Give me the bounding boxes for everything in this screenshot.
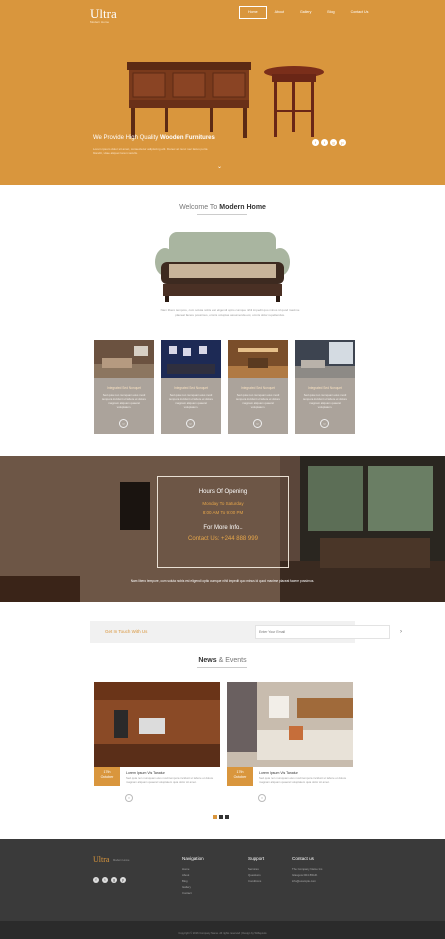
hero-section: Ultra Modern Home Home About Gallery Blo… (0, 0, 445, 185)
news-title[interactable]: Lorem Ipsum Vis Tanatur (259, 771, 298, 775)
news-cards: 17th October Lorem Ipsum Vis Tanatur Sed … (94, 682, 353, 806)
footer-social-links: f t g p (93, 877, 126, 883)
hours-box: Hours Of Opening Monday To Saturday 8:00… (157, 476, 289, 568)
nav-item-blog[interactable]: Blog (319, 6, 342, 19)
card-image (295, 340, 355, 378)
card-text: Sed quia non numquam eius modi tempora i… (102, 393, 147, 409)
card-image (228, 340, 288, 378)
news-card[interactable]: 17th October Lorem Ipsum Vis Tanatur Sed … (227, 682, 353, 806)
circle-icon[interactable]: ○ (258, 794, 266, 802)
circle-icon[interactable]: ○ (253, 419, 262, 428)
footer-logo-sub: Modern Home (113, 859, 130, 862)
facebook-icon[interactable]: f (312, 139, 319, 146)
news-image (94, 682, 220, 767)
feature-card[interactable]: Integrated Sed Nonquet Sed quia non numq… (161, 340, 221, 434)
subscribe-bar: Get In Touch With Us › (90, 621, 402, 643)
hero-title: We Provide High Quality Wooden Furniture… (93, 135, 215, 141)
circle-icon[interactable]: ○ (186, 419, 195, 428)
slider-dot[interactable] (225, 815, 229, 819)
footer-nav-column: Navigation Home About Blog Gallery Conta… (182, 856, 204, 896)
footer: Ultra Modern Home f t g p Navigation Hom… (0, 839, 445, 939)
card-text: Sed quia non numquam eius modi tempora i… (169, 393, 214, 409)
welcome-divider (197, 214, 247, 216)
hero-social-links: f t g p (312, 139, 346, 146)
copyright-bar: Copyright © 2016 Company Name. All right… (0, 921, 445, 939)
nav-item-about[interactable]: About (267, 6, 292, 19)
footer-contact-column: Contact us The Company Name Inc. Glasgow… (292, 856, 324, 884)
copyright-text: Copyright © 2016 Company Name. All right… (178, 932, 267, 935)
slider-dot[interactable] (213, 815, 217, 819)
card-title: Integrated Sed Nonquet (174, 386, 208, 390)
nav-item-home[interactable]: Home (239, 6, 267, 19)
pinterest-icon[interactable]: p (120, 877, 126, 883)
twitter-icon[interactable]: t (321, 139, 328, 146)
circle-icon[interactable]: ○ (119, 419, 128, 428)
news-date: 17th October (94, 767, 120, 786)
feature-card[interactable]: Integrated Sed Nonquet Sed quia non numq… (295, 340, 355, 434)
footer-logo[interactable]: Ultra (93, 855, 109, 864)
card-text: Sed quia non numquam eius modi tempora i… (303, 393, 348, 409)
side-table-image (264, 66, 324, 137)
card-image (161, 340, 221, 378)
feature-card[interactable]: Integrated Sed Nonquet Sed quia non numq… (94, 340, 154, 434)
news-card[interactable]: 17th October Lorem Ipsum Vis Tanatur Sed … (94, 682, 220, 806)
circle-icon[interactable]: ○ (125, 794, 133, 802)
brand-tagline: Modern Home (90, 20, 110, 24)
welcome-title: Welcome To Modern Home (179, 204, 266, 211)
news-title[interactable]: Lorem Ipsum Vis Tanatur (126, 771, 165, 775)
sideboard-image (127, 62, 251, 138)
news-text: Sed quia non numquam eius modi tempora i… (259, 776, 347, 784)
hero-description: Lorem ipsum dolor sit amet, consectetur … (93, 147, 208, 155)
facebook-icon[interactable]: f (93, 877, 99, 883)
slider-dots (213, 815, 229, 819)
hours-days: Monday To Saturday (202, 501, 244, 506)
card-image (94, 340, 154, 378)
twitter-icon[interactable]: t (102, 877, 108, 883)
news-date: 17th October (227, 767, 253, 786)
submit-arrow-button[interactable]: › (392, 625, 410, 639)
band-text: Nam libero tempore, cum soluta nobis est… (130, 579, 315, 583)
brand-logo[interactable]: Ultra (90, 7, 117, 20)
card-title: Integrated Sed Nonquet (308, 386, 342, 390)
card-text: Sed quia non numquam eius modi tempora i… (236, 393, 281, 409)
main-nav: Home About Gallery Blog Contact Us (239, 6, 376, 19)
email-input[interactable] (255, 625, 390, 639)
slider-dot[interactable] (219, 815, 223, 819)
footer-email[interactable]: info@example.com (292, 878, 323, 884)
circle-icon[interactable]: ○ (320, 419, 329, 428)
news-text: Sed quia non numquam eius modi tempora i… (126, 776, 214, 784)
footer-support-column: Support Services Questions Conditions (248, 856, 265, 884)
card-title: Integrated Sed Nonquet (241, 386, 275, 390)
more-info-title: For More Info.. (203, 525, 243, 531)
footer-link[interactable]: Contact (182, 890, 204, 896)
news-divider (197, 667, 247, 669)
news-title: News & Events (198, 657, 247, 664)
scroll-down-icon[interactable]: ⌄ (217, 163, 222, 170)
feature-cards: Integrated Sed Nonquet Sed quia non numq… (94, 340, 355, 434)
subscribe-label: Get In Touch With Us (105, 629, 148, 634)
google-plus-icon[interactable]: g (111, 877, 117, 883)
google-plus-icon[interactable]: g (330, 139, 337, 146)
sofa-image (155, 232, 290, 302)
hours-title: Hours Of Opening (198, 489, 248, 495)
footer-link[interactable]: Conditions (248, 878, 264, 884)
hours-time: 8:00 AM To 9:00 PM (202, 510, 244, 515)
opening-hours-band: Hours Of Opening Monday To Saturday 8:00… (0, 456, 445, 602)
news-image (227, 682, 353, 767)
welcome-text: Nam libero tempore, cum soluta nobis est… (160, 308, 300, 317)
nav-item-contact[interactable]: Contact Us (343, 6, 377, 19)
contact-phone[interactable]: Contact Us: +244 888 999 (158, 536, 288, 542)
nav-item-gallery[interactable]: Gallery (292, 6, 319, 19)
pinterest-icon[interactable]: p (339, 139, 346, 146)
feature-card[interactable]: Integrated Sed Nonquet Sed quia non numq… (228, 340, 288, 434)
card-title: Integrated Sed Nonquet (107, 386, 141, 390)
